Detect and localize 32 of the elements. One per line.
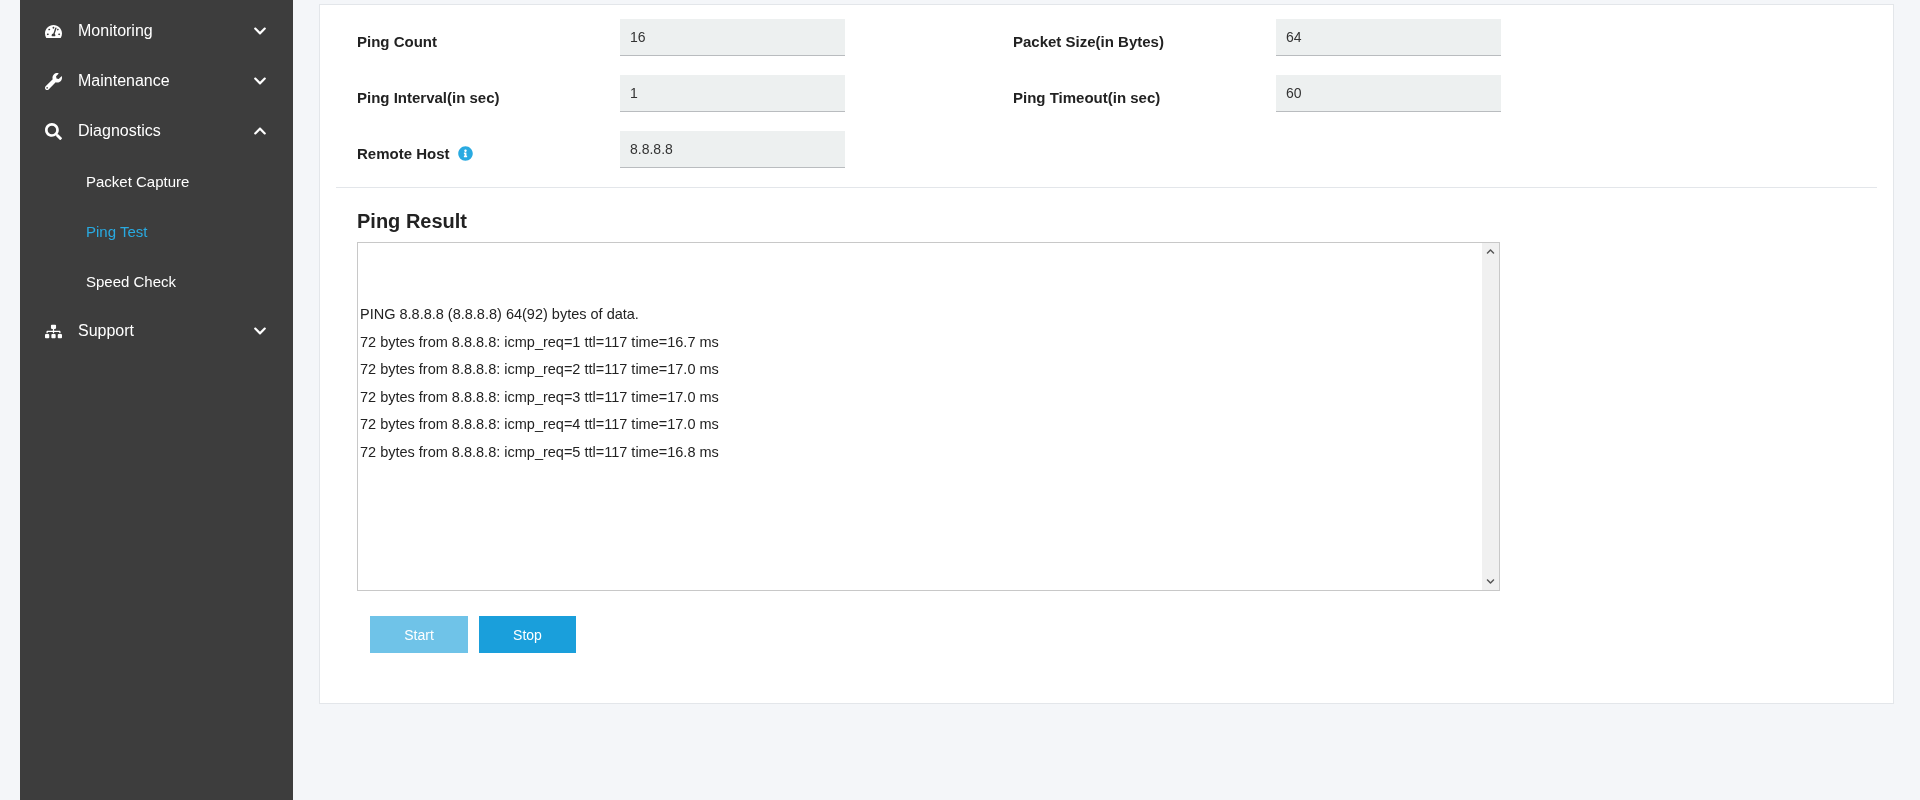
output-line: 72 bytes from 8.8.8.8: icmp_req=5 ttl=117 time=16.8 ms — [360, 442, 720, 462]
input-field[interactable]: 64 — [1276, 19, 1501, 56]
scrollbar[interactable] — [1482, 243, 1499, 590]
output-line: 72 bytes from 8.8.8.8: icmp_req=3 ttl=117 time=17.0 ms — [360, 387, 720, 407]
menu-item[interactable]: Support — [20, 306, 293, 356]
output-line: 72 bytes from 8.8.8.8: icmp_req=2 ttl=117 time=17.0 ms — [360, 360, 720, 379]
gauge-icon — [45, 22, 62, 40]
submenu-item[interactable]: Ping Test — [20, 206, 293, 256]
field-label: Ping Timeout(in sec) — [1013, 88, 1162, 106]
menu-item[interactable]: Diagnostics — [20, 106, 293, 156]
output-line: 72 bytes from 8.8.8.8: icmp_req=1 ttl=117 time=16.7 ms — [360, 332, 720, 352]
wrench-icon — [45, 72, 62, 90]
info-icon[interactable] — [457, 146, 473, 161]
sitemap-icon — [45, 322, 62, 340]
input-field[interactable]: 8.8.8.8 — [620, 131, 845, 168]
field-label: Packet Size(in Bytes) — [1013, 32, 1165, 50]
scroll-up-icon[interactable] — [1486, 247, 1495, 256]
search-icon — [45, 122, 62, 140]
input-field[interactable]: 1 — [620, 75, 845, 112]
input-field[interactable]: 16 — [620, 19, 845, 56]
field-label: Ping Interval(in sec) — [357, 88, 501, 106]
menu-item[interactable]: Maintenance — [20, 56, 293, 106]
field-label: Remote Host — [357, 137, 620, 162]
menu-item[interactable]: Monitoring — [20, 6, 293, 56]
submenu-item[interactable]: Packet Capture — [20, 156, 293, 206]
output-line: PING 8.8.8.8 (8.8.8.8) 64(92) bytes of data. — [360, 305, 640, 324]
input-field[interactable]: 60 — [1276, 75, 1501, 112]
field-label: Ping Count — [357, 32, 438, 50]
submenu-item[interactable]: Speed Check — [20, 256, 293, 306]
output-line: 72 bytes from 8.8.8.8: icmp_req=4 ttl=117 time=17.0 ms — [360, 415, 720, 434]
scroll-down-icon[interactable] — [1486, 577, 1495, 586]
section-title: Ping Result — [357, 210, 468, 233]
